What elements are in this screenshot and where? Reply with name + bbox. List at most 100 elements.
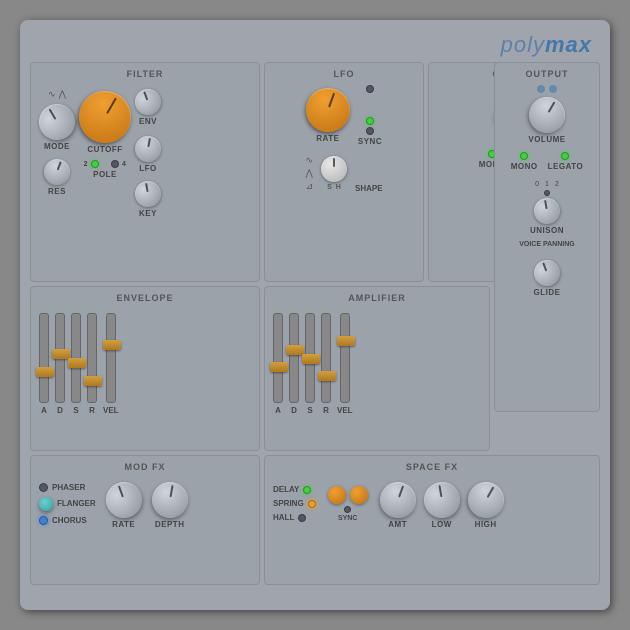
env-slider-vel: VEL — [103, 313, 119, 415]
hall-label: HALL — [273, 513, 294, 522]
envelope-sliders: A D S — [39, 309, 251, 419]
key-knob[interactable] — [133, 179, 163, 209]
modfx-depth-label: DEPTH — [155, 520, 185, 529]
delay-knob-2[interactable] — [350, 486, 368, 504]
flanger-btn[interactable] — [39, 497, 53, 511]
brand-logo: polymax — [501, 32, 592, 58]
env-track-r[interactable] — [87, 313, 97, 403]
modfx-section: MOD FX PHASER FLANGER CHORUS — [30, 455, 260, 585]
spring-label: SPRING — [273, 499, 304, 508]
env-thumb-r — [84, 376, 102, 386]
filter-label: FILTER — [39, 69, 251, 79]
env-track-s[interactable] — [71, 313, 81, 403]
spacefx-high-knob-container: HIGH — [468, 482, 504, 529]
spacefx-amt-knob[interactable] — [375, 477, 421, 523]
unison-knob[interactable] — [532, 196, 562, 226]
chorus-led[interactable] — [39, 516, 48, 525]
legato-label-r: LEGATO — [548, 162, 584, 171]
sync-label-spacefx: SYNC — [338, 515, 357, 522]
sh-label: S — [327, 184, 332, 191]
sync-led-2 — [366, 127, 374, 135]
lfo-rate-knob-container: RATE — [306, 88, 350, 143]
sync-label: SYNC — [358, 137, 382, 146]
amp-track-vel[interactable] — [340, 313, 350, 403]
key-knob-container: KEY — [135, 181, 161, 218]
amp-thumb-r — [318, 371, 336, 381]
amp-slider-vel: VEL — [337, 313, 353, 415]
spacefx-high-label: HIGH — [475, 520, 497, 529]
mode-knob[interactable] — [32, 97, 81, 146]
chorus-label: CHORUS — [52, 516, 87, 525]
env-knob-container: ENV — [135, 89, 161, 126]
lfo-knob-label: LFO — [139, 164, 157, 173]
phaser-led[interactable] — [39, 483, 48, 492]
env-slider-s: S — [71, 313, 81, 415]
glide-knob[interactable] — [530, 256, 563, 289]
env-knob[interactable] — [131, 85, 164, 118]
spring-led[interactable] — [308, 500, 316, 508]
glide-knob-container: GLIDE — [534, 260, 561, 297]
out-dot-r2 — [549, 85, 557, 93]
modfx-depth-knob[interactable] — [149, 479, 191, 521]
lfo-rate-knob[interactable] — [300, 82, 356, 138]
flanger-label: FLANGER — [57, 499, 96, 508]
spacefx-section: SPACE FX DELAY SPRING HALL — [264, 455, 600, 585]
amp-track-r[interactable] — [321, 313, 331, 403]
legato-led-r[interactable] — [561, 152, 569, 160]
res-knob-label: RES — [48, 187, 66, 196]
output-right-panel: OUTPUT VOLUME MONO LEGATO — [494, 62, 600, 412]
brand-prefix: poly — [501, 32, 545, 57]
env-knob-label: ENV — [139, 117, 157, 126]
lfo-knob[interactable] — [133, 134, 163, 164]
pole-2-led[interactable] — [91, 160, 99, 168]
delay-knob-1[interactable] — [328, 486, 346, 504]
res-knob[interactable] — [40, 155, 73, 188]
spacefx-low-knob[interactable] — [421, 479, 463, 521]
spacefx-low-label: LOW — [432, 520, 452, 529]
amp-thumb-a — [270, 362, 288, 372]
modfx-rate-knob[interactable] — [101, 477, 147, 523]
mono-led-r[interactable] — [520, 152, 528, 160]
pole-4-led[interactable] — [111, 160, 119, 168]
env-thumb-s — [68, 358, 86, 368]
modfx-rate-label: RATE — [112, 520, 135, 529]
env-slider-r: R — [87, 313, 97, 415]
volume-label-r: VOLUME — [528, 135, 565, 144]
bottom-row: MOD FX PHASER FLANGER CHORUS — [30, 455, 600, 585]
delay-led[interactable] — [303, 486, 311, 494]
hall-led[interactable] — [298, 514, 306, 522]
synth-panel: polymax FILTER ∿ ⋀ MODE — [20, 20, 610, 610]
lfo-shape-knob[interactable] — [321, 156, 347, 182]
spacefx-amt-knob-container: AMT — [380, 482, 416, 529]
lfo-section: LFO RATE S — [264, 62, 424, 282]
env-track-a[interactable] — [39, 313, 49, 403]
glide-label: GLIDE — [534, 288, 561, 297]
volume-knob-r[interactable] — [522, 90, 571, 139]
amp-slider-r: R — [321, 313, 331, 415]
pole-label: POLE — [93, 170, 117, 179]
res-knob-container: RES — [44, 159, 70, 196]
amp-track-a[interactable] — [273, 313, 283, 403]
pole-row: 2 4 — [84, 160, 127, 168]
modfx-label: MOD FX — [39, 462, 251, 472]
env-slider-d: D — [55, 313, 65, 415]
unison-label: UNISON — [530, 226, 564, 235]
envelope-section: ENVELOPE A D — [30, 286, 260, 451]
filter-section: FILTER ∿ ⋀ MODE — [30, 62, 260, 282]
wave-tri-icon: ⋀ — [59, 89, 66, 100]
sync-led-1 — [366, 117, 374, 125]
amp-track-s[interactable] — [305, 313, 315, 403]
env-track-d[interactable] — [55, 313, 65, 403]
cutoff-knob[interactable] — [69, 81, 140, 152]
spacefx-high-knob[interactable] — [461, 475, 510, 524]
envelope-label: ENVELOPE — [39, 293, 251, 303]
amp-track-d[interactable] — [289, 313, 299, 403]
cutoff-knob-container: CUTOFF — [79, 91, 131, 154]
env-track-vel[interactable] — [106, 313, 116, 403]
amp-thumb-d — [286, 345, 304, 355]
delay-label: DELAY — [273, 485, 299, 494]
spacefx-delay-row: DELAY — [273, 485, 316, 494]
brand-suffix: max — [545, 32, 592, 57]
modfx-rate-knob-container: RATE — [106, 482, 142, 529]
spacefx-hall-row: HALL — [273, 513, 316, 522]
